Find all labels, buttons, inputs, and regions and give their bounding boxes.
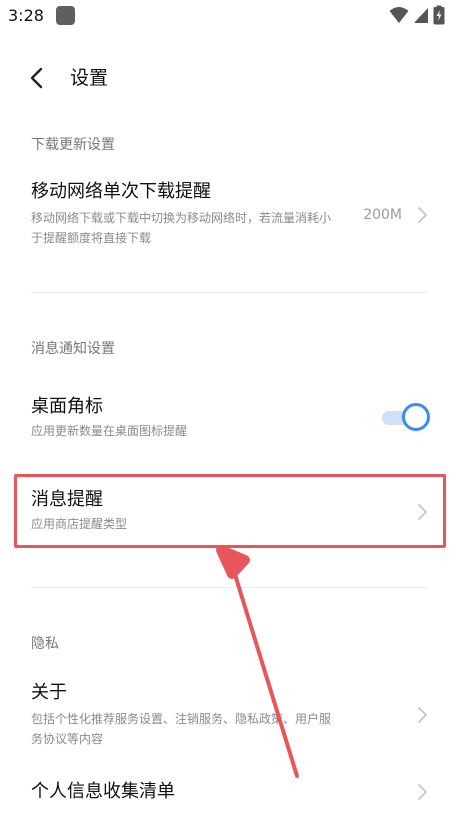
status-bar: 3:28 (0, 0, 459, 34)
chevron-right-icon (418, 207, 427, 223)
section-header-privacy: 隐私 (31, 636, 59, 652)
annotation-highlight-box (14, 474, 446, 548)
section-header-notify: 消息通知设置 (31, 341, 115, 357)
mobile-download-value: 200M (363, 207, 402, 223)
signal-icon (414, 8, 428, 23)
setting-about[interactable]: 关于 包括个性化推荐服务设置、注销服务、隐私政策、用户服务协议等内容 (0, 675, 459, 755)
setting-mobile-download-alert[interactable]: 移动网络单次下载提醒 移动网络下载或下载中切换为移动网络时，若流量消耗小于提醒额… (0, 172, 459, 256)
chevron-right-icon (418, 784, 427, 800)
app-notification-icon (56, 6, 75, 25)
row-title: 关于 (31, 682, 67, 703)
battery-icon (433, 5, 445, 25)
top-bar: 设置 (0, 50, 459, 106)
page-title: 设置 (70, 67, 109, 89)
row-title: 移动网络单次下载提醒 (31, 181, 211, 202)
section-header-download: 下载更新设置 (31, 137, 115, 153)
setting-personal-info-list[interactable]: 个人信息收集清单 (0, 772, 459, 816)
row-subtitle: 包括个性化推荐服务设置、注销服务、隐私政策、用户服务协议等内容 (31, 712, 332, 746)
section-divider (31, 587, 428, 588)
row-title: 桌面角标 (31, 396, 103, 417)
status-icons (389, 5, 445, 25)
status-time: 3:28 (8, 6, 44, 25)
section-divider (31, 292, 428, 293)
toggle-knob (402, 403, 430, 431)
setting-desktop-badge[interactable]: 桌面角标 应用更新数量在桌面图标提醒 (0, 385, 459, 449)
row-subtitle: 应用更新数量在桌面图标提醒 (31, 424, 188, 438)
row-subtitle: 移动网络下载或下载中切换为移动网络时，若流量消耗小于提醒额度将直接下载 (31, 211, 332, 245)
back-arrow-icon[interactable] (26, 66, 50, 90)
desktop-badge-toggle[interactable] (378, 403, 430, 431)
wifi-icon (389, 7, 409, 23)
chevron-right-icon (418, 707, 427, 723)
row-title: 个人信息收集清单 (31, 781, 175, 802)
